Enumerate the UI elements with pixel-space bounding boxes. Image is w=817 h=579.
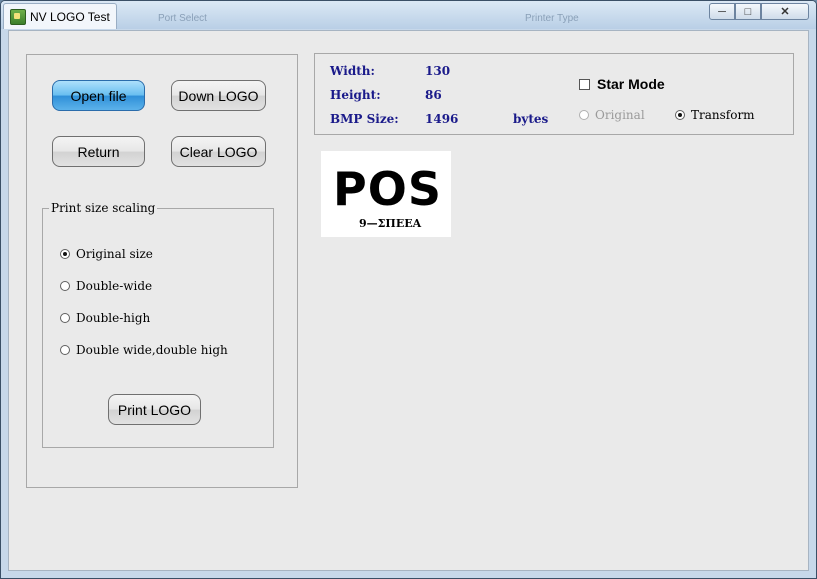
image-info-panel: Width: 130 Height: 86 BMP Size: 1496 byt… [314, 53, 794, 135]
logo-preview-text: POS [333, 162, 442, 216]
radio-label: Double wide,double high [76, 343, 228, 357]
maximize-button[interactable]: □ [735, 3, 761, 20]
logo-preview: POS 9—ΣΠΕΕΑ [321, 151, 451, 237]
radio-icon[interactable] [60, 281, 70, 291]
width-row: Width: 130 [330, 64, 450, 78]
original-mode-label: Original [595, 108, 645, 122]
radio-double-wide[interactable]: Double-wide [60, 278, 152, 294]
print-size-scaling-group: Print size scaling Original size Double-… [42, 201, 274, 448]
radio-original-mode: Original [579, 108, 645, 122]
controls-panel: Open file Down LOGO Return Clear LOGO Pr… [26, 54, 298, 488]
checkbox-icon[interactable] [579, 78, 590, 90]
window-controls: ─ □ ✕ [709, 3, 809, 21]
transform-mode-label: Transform [691, 108, 755, 122]
minimize-button[interactable]: ─ [709, 3, 735, 20]
radio-label: Double-high [76, 311, 151, 325]
window-tab: NV LOGO Test [3, 3, 117, 29]
height-row: Height: 86 [330, 88, 442, 102]
title-bar[interactable]: Port Select Printer Type NV LOGO Test ─ … [1, 1, 816, 29]
bmp-size-unit: bytes [513, 112, 549, 126]
window-title: NV LOGO Test [30, 10, 110, 24]
star-mode-checkbox[interactable]: Star Mode [579, 76, 665, 92]
radio-double-wide-double-high[interactable]: Double wide,double high [60, 342, 228, 358]
radio-icon[interactable] [60, 313, 70, 323]
maximize-icon: □ [744, 5, 752, 18]
star-mode-label: Star Mode [597, 76, 665, 92]
radio-icon[interactable] [60, 345, 70, 355]
radio-label: Double-wide [76, 279, 153, 293]
close-button[interactable]: ✕ [761, 3, 809, 20]
height-label: Height: [330, 88, 381, 102]
radio-original-size[interactable]: Original size [60, 246, 153, 262]
bmp-size-row: BMP Size: 1496 bytes [330, 112, 548, 126]
return-button[interactable]: Return [52, 136, 145, 167]
app-icon [10, 9, 26, 25]
app-window: Port Select Printer Type NV LOGO Test ─ … [0, 0, 817, 579]
print-logo-button[interactable]: Print LOGO [108, 394, 201, 425]
radio-double-high[interactable]: Double-high [60, 310, 150, 326]
radio-icon-disabled [579, 110, 589, 120]
width-value: 130 [425, 64, 451, 78]
client-area: Open file Down LOGO Return Clear LOGO Pr… [8, 30, 809, 571]
radio-icon-checked[interactable] [60, 249, 70, 259]
group-title: Print size scaling [49, 201, 158, 215]
radio-label: Original size [76, 247, 153, 261]
open-file-button[interactable]: Open file [52, 80, 145, 111]
bmp-size-value: 1496 [425, 112, 459, 126]
radio-icon-checked[interactable] [675, 110, 685, 120]
clear-logo-button[interactable]: Clear LOGO [171, 136, 266, 167]
width-label: Width: [330, 64, 375, 78]
radio-transform-mode[interactable]: Transform [675, 108, 755, 122]
minimize-icon: ─ [718, 5, 726, 18]
background-window-hint: Port Select [158, 13, 207, 24]
height-value: 86 [425, 88, 442, 102]
close-icon: ✕ [780, 6, 790, 18]
logo-preview-subtext: 9—ΣΠΕΕΑ [359, 217, 422, 230]
background-window-hint: Printer Type [525, 13, 579, 24]
bmp-size-label: BMP Size: [330, 112, 399, 126]
down-logo-button[interactable]: Down LOGO [171, 80, 266, 111]
